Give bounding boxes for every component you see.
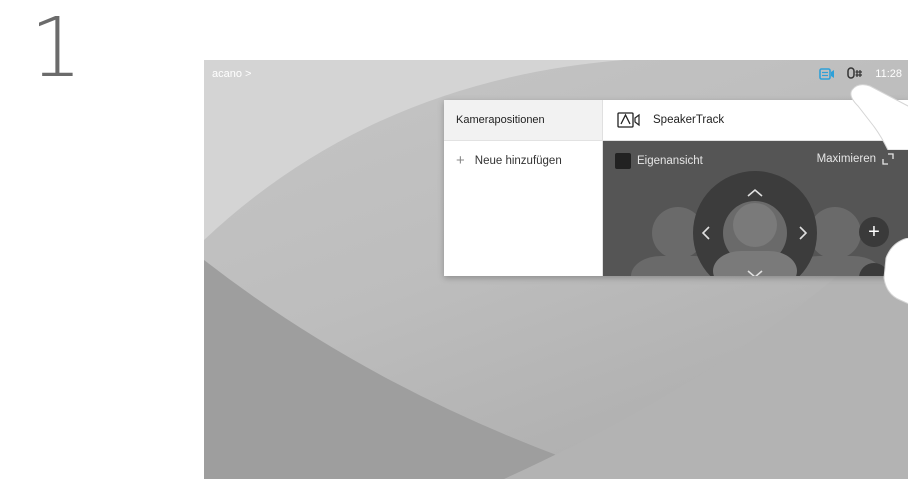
status-bar: 11:28 bbox=[819, 67, 902, 81]
center-person-icon bbox=[733, 203, 777, 247]
maximize-button[interactable]: Maximieren bbox=[817, 153, 894, 165]
speakertrack-label: SpeakerTrack bbox=[653, 114, 725, 126]
plus-icon: + bbox=[456, 152, 465, 169]
add-preset-button[interactable]: + Neue hinzufügen bbox=[444, 141, 602, 168]
maximize-icon bbox=[882, 153, 894, 165]
camera-view: Eigenansicht Maximieren + – bbox=[603, 141, 908, 276]
pointing-hand-icon bbox=[883, 238, 908, 305]
maximize-label: Maximieren bbox=[816, 153, 876, 165]
presets-pane: Kamerapositionen + Neue hinzufügen bbox=[444, 100, 603, 276]
presets-title: Kamerapositionen bbox=[444, 100, 602, 141]
selfview-checkbox[interactable] bbox=[615, 153, 631, 169]
selfview-label: Eigenansicht bbox=[637, 155, 703, 167]
add-preset-label: Neue hinzufügen bbox=[474, 154, 562, 167]
selfview-toggle[interactable]: Eigenansicht bbox=[615, 153, 703, 169]
device-screen: acano > 11:28 Kamerapositionen + Neue hi… bbox=[204, 60, 908, 479]
clock: 11:28 bbox=[875, 68, 902, 80]
camera-panel-icon[interactable] bbox=[819, 67, 835, 81]
pointing-hand-icon bbox=[850, 84, 908, 150]
microphone-hash-icon[interactable] bbox=[847, 67, 863, 81]
camera-control-panel: Kamerapositionen + Neue hinzufügen Speak… bbox=[444, 100, 908, 276]
breadcrumb[interactable]: acano > bbox=[212, 68, 251, 80]
speakertrack-icon bbox=[617, 112, 640, 128]
step-number: 1 bbox=[30, 1, 83, 96]
